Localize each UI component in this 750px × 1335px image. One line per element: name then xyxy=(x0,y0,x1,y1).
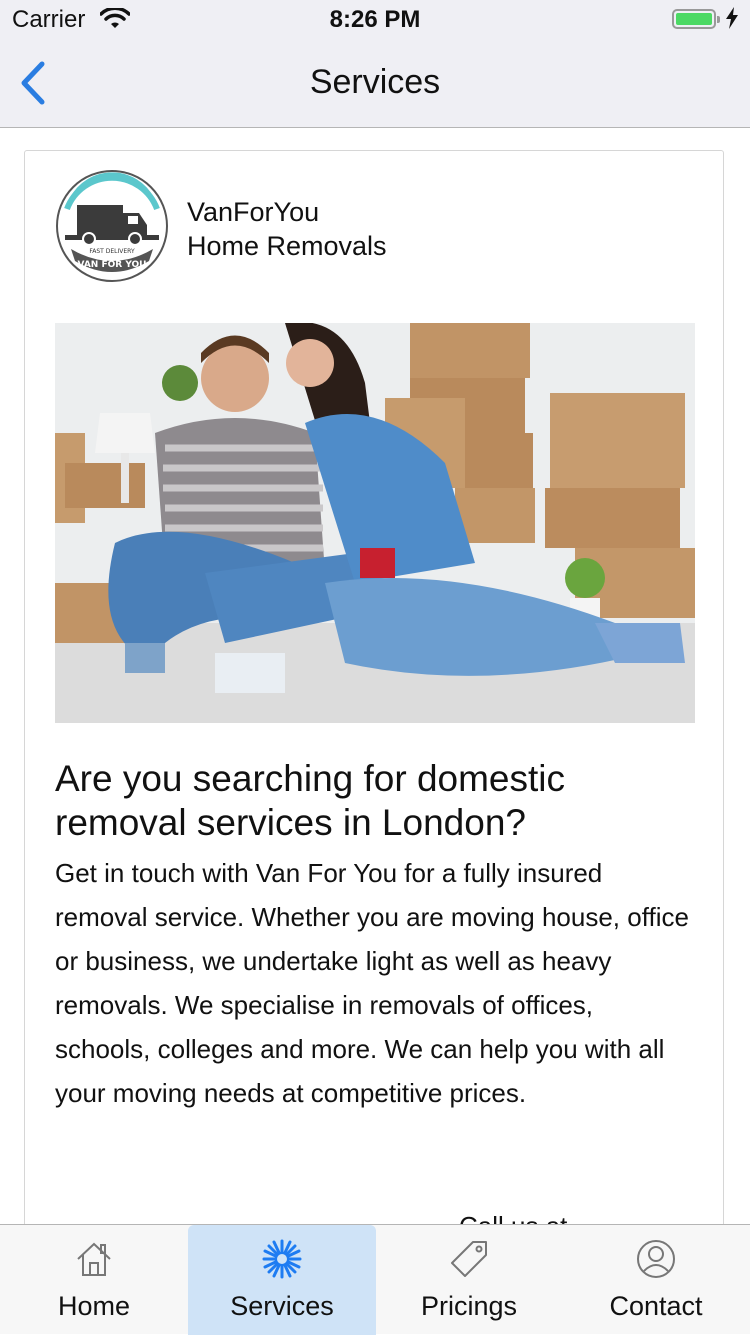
scroll-content[interactable]: FAST DELIVERY VAN FOR YOU VanForYou Home… xyxy=(0,128,750,1224)
company-subtitle: Home Removals xyxy=(187,231,387,261)
article-body: Get in touch with Van For You for a full… xyxy=(55,858,689,1108)
logo-text-bottom: VAN FOR YOU xyxy=(77,260,146,270)
tab-contact-label: Contact xyxy=(609,1291,703,1321)
navigation-bar: Services xyxy=(0,40,750,128)
article-headline: Are you searching for domestic removal s… xyxy=(55,758,566,843)
charging-bolt-icon xyxy=(726,7,738,36)
tab-pricings[interactable]: Pricings xyxy=(375,1225,563,1335)
tab-services[interactable]: Services xyxy=(188,1225,376,1335)
tab-bar: Home Services Pricings Contact xyxy=(0,1224,750,1335)
tab-pricings-label: Pricings xyxy=(420,1291,518,1321)
tab-home[interactable]: Home xyxy=(0,1225,188,1335)
tab-contact[interactable]: Contact xyxy=(562,1225,750,1335)
service-card: FAST DELIVERY VAN FOR YOU VanForYou Home… xyxy=(24,150,724,1224)
logo-text-top: FAST DELIVERY xyxy=(89,248,135,255)
status-bar: Carrier 8:26 PM xyxy=(0,0,750,40)
company-name: VanForYou xyxy=(187,197,320,227)
call-us-label[interactable]: Call us at xyxy=(459,1211,567,1224)
asterisk-flower-icon xyxy=(262,1239,302,1279)
tab-home-label: Home xyxy=(57,1291,131,1321)
price-tag-icon xyxy=(451,1241,487,1277)
house-icon xyxy=(77,1242,111,1276)
company-logo: FAST DELIVERY VAN FOR YOU xyxy=(55,169,169,283)
user-circle-icon xyxy=(637,1240,675,1278)
hero-photo xyxy=(55,323,695,723)
clock: 8:26 PM xyxy=(329,6,421,33)
tab-services-label: Services xyxy=(230,1291,334,1321)
page-title: Services xyxy=(309,63,441,101)
battery-icon xyxy=(672,9,720,29)
